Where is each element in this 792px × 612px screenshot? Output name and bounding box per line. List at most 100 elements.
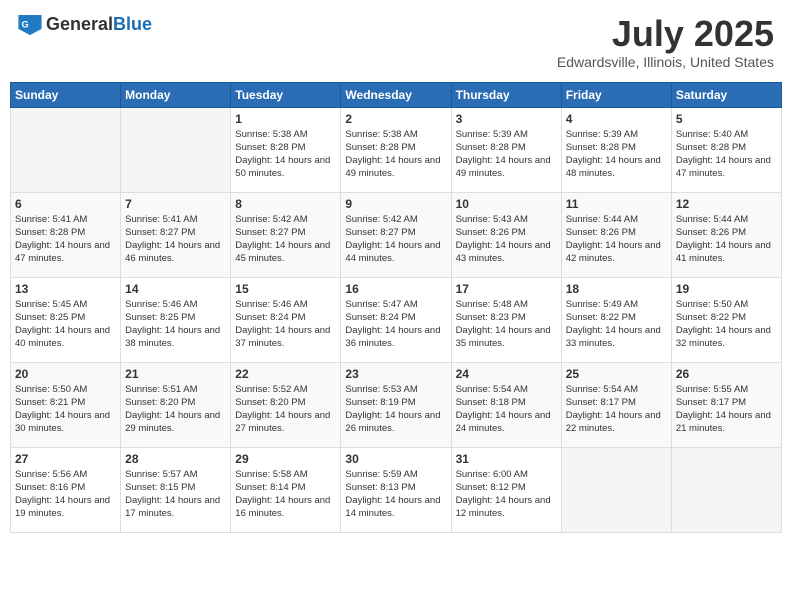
calendar-cell: 2Sunrise: 5:38 AM Sunset: 8:28 PM Daylig…	[341, 107, 451, 192]
day-sun-info: Sunrise: 5:59 AM Sunset: 8:13 PM Dayligh…	[345, 468, 446, 521]
calendar-cell: 16 Sunrise: 5:47 AM Sunset: 8:24 PM Dayli…	[341, 277, 451, 362]
calendar-cell: 26Sunrise: 5:55 AM Sunset: 8:17 PM Dayli…	[671, 362, 781, 447]
day-sun-info: Sunrise: 5:43 AM Sunset: 8:26 PM Dayligh…	[456, 213, 557, 266]
day-number: 25	[566, 367, 667, 381]
day-number: 31	[456, 452, 557, 466]
day-sun-info: Sunrise: 5:52 AM Sunset: 8:20 PM Dayligh…	[235, 383, 336, 436]
calendar-cell: 13Sunrise: 5:45 AM Sunset: 8:25 PM Dayli…	[11, 277, 121, 362]
calendar-cell: 5Sunrise: 5:40 AM Sunset: 8:28 PM Daylig…	[671, 107, 781, 192]
calendar-cell: 23 Sunrise: 5:53 AM Sunset: 8:19 PM Dayli…	[341, 362, 451, 447]
day-sun-info: Sunrise: 5:58 AM Sunset: 8:14 PM Dayligh…	[235, 468, 336, 521]
day-sun-info: Sunrise: 5:56 AM Sunset: 8:16 PM Dayligh…	[15, 468, 116, 521]
day-sun-info: Sunrise: 5:42 AM Sunset: 8:27 PM Dayligh…	[345, 213, 446, 266]
day-number: 8	[235, 197, 336, 211]
day-number: 11	[566, 197, 667, 211]
day-number: 14	[125, 282, 226, 296]
day-sun-info: Sunrise: 5:41 AM Sunset: 8:28 PM Dayligh…	[15, 213, 116, 266]
weekday-header-row: SundayMondayTuesdayWednesdayThursdayFrid…	[11, 82, 782, 107]
logo-general: General	[46, 14, 113, 34]
calendar-cell: 24 Sunrise: 5:54 AM Sunset: 8:18 PM Dayli…	[451, 362, 561, 447]
weekday-header-wednesday: Wednesday	[341, 82, 451, 107]
page-header: G GeneralBlue July 2025 Edwardsville, Il…	[10, 10, 782, 74]
day-number: 24	[456, 367, 557, 381]
day-sun-info: Sunrise: 5:46 AM Sunset: 8:24 PM Dayligh…	[235, 298, 336, 351]
day-number: 5	[676, 112, 777, 126]
day-sun-info: Sunrise: 5:38 AM Sunset: 8:28 PM Dayligh…	[345, 128, 446, 181]
location-subtitle: Edwardsville, Illinois, United States	[557, 54, 774, 70]
calendar-cell: 28 Sunrise: 5:57 AM Sunset: 8:15 PM Dayli…	[121, 447, 231, 532]
day-sun-info: Sunrise: 5:50 AM Sunset: 8:21 PM Dayligh…	[15, 383, 116, 436]
logo-blue: Blue	[113, 14, 152, 34]
day-sun-info: Sunrise: 5:39 AM Sunset: 8:28 PM Dayligh…	[566, 128, 667, 181]
calendar-cell: 19 Sunrise: 5:50 AM Sunset: 8:22 PM Dayli…	[671, 277, 781, 362]
day-sun-info: Sunrise: 5:49 AM Sunset: 8:22 PM Dayligh…	[566, 298, 667, 351]
calendar-cell: 6 Sunrise: 5:41 AM Sunset: 8:28 PM Daylig…	[11, 192, 121, 277]
day-number: 29	[235, 452, 336, 466]
day-sun-info: Sunrise: 5:55 AM Sunset: 8:17 PM Dayligh…	[676, 383, 777, 436]
day-number: 7	[125, 197, 226, 211]
day-number: 4	[566, 112, 667, 126]
day-sun-info: Sunrise: 5:46 AM Sunset: 8:25 PM Dayligh…	[125, 298, 226, 351]
day-number: 22	[235, 367, 336, 381]
day-number: 28	[125, 452, 226, 466]
calendar-cell: 9 Sunrise: 5:42 AM Sunset: 8:27 PM Daylig…	[341, 192, 451, 277]
calendar-cell: 27 Sunrise: 5:56 AM Sunset: 8:16 PM Dayli…	[11, 447, 121, 532]
calendar-cell: 30 Sunrise: 5:59 AM Sunset: 8:13 PM Dayli…	[341, 447, 451, 532]
weekday-header-tuesday: Tuesday	[231, 82, 341, 107]
day-number: 17	[456, 282, 557, 296]
day-number: 6	[15, 197, 116, 211]
week-row-5: 27 Sunrise: 5:56 AM Sunset: 8:16 PM Dayli…	[11, 447, 782, 532]
day-sun-info: Sunrise: 5:44 AM Sunset: 8:26 PM Dayligh…	[566, 213, 667, 266]
day-number: 21	[125, 367, 226, 381]
day-sun-info: Sunrise: 5:57 AM Sunset: 8:15 PM Dayligh…	[125, 468, 226, 521]
week-row-2: 6 Sunrise: 5:41 AM Sunset: 8:28 PM Daylig…	[11, 192, 782, 277]
day-sun-info: Sunrise: 6:00 AM Sunset: 8:12 PM Dayligh…	[456, 468, 557, 521]
calendar-cell: 21Sunrise: 5:51 AM Sunset: 8:20 PM Dayli…	[121, 362, 231, 447]
day-number: 12	[676, 197, 777, 211]
day-sun-info: Sunrise: 5:50 AM Sunset: 8:22 PM Dayligh…	[676, 298, 777, 351]
day-number: 10	[456, 197, 557, 211]
calendar-cell: 20 Sunrise: 5:50 AM Sunset: 8:21 PM Dayli…	[11, 362, 121, 447]
calendar-cell: 14 Sunrise: 5:46 AM Sunset: 8:25 PM Dayli…	[121, 277, 231, 362]
weekday-header-monday: Monday	[121, 82, 231, 107]
day-number: 9	[345, 197, 446, 211]
week-row-3: 13Sunrise: 5:45 AM Sunset: 8:25 PM Dayli…	[11, 277, 782, 362]
calendar-cell: 8Sunrise: 5:42 AM Sunset: 8:27 PM Daylig…	[231, 192, 341, 277]
svg-text:G: G	[22, 19, 29, 29]
day-number: 13	[15, 282, 116, 296]
calendar-cell: 18 Sunrise: 5:49 AM Sunset: 8:22 PM Dayli…	[561, 277, 671, 362]
calendar-cell	[11, 107, 121, 192]
calendar-cell: 3Sunrise: 5:39 AM Sunset: 8:28 PM Daylig…	[451, 107, 561, 192]
day-number: 18	[566, 282, 667, 296]
calendar-cell: 17Sunrise: 5:48 AM Sunset: 8:23 PM Dayli…	[451, 277, 561, 362]
day-sun-info: Sunrise: 5:54 AM Sunset: 8:17 PM Dayligh…	[566, 383, 667, 436]
day-sun-info: Sunrise: 5:53 AM Sunset: 8:19 PM Dayligh…	[345, 383, 446, 436]
title-block: July 2025 Edwardsville, Illinois, United…	[557, 14, 774, 70]
calendar-cell: 12Sunrise: 5:44 AM Sunset: 8:26 PM Dayli…	[671, 192, 781, 277]
day-sun-info: Sunrise: 5:47 AM Sunset: 8:24 PM Dayligh…	[345, 298, 446, 351]
calendar-table: SundayMondayTuesdayWednesdayThursdayFrid…	[10, 82, 782, 533]
logo: G GeneralBlue	[18, 14, 152, 35]
weekday-header-saturday: Saturday	[671, 82, 781, 107]
day-number: 15	[235, 282, 336, 296]
calendar-cell: 7Sunrise: 5:41 AM Sunset: 8:27 PM Daylig…	[121, 192, 231, 277]
week-row-1: 1 Sunrise: 5:38 AM Sunset: 8:28 PM Daylig…	[11, 107, 782, 192]
calendar-cell: 1 Sunrise: 5:38 AM Sunset: 8:28 PM Daylig…	[231, 107, 341, 192]
calendar-cell: 4 Sunrise: 5:39 AM Sunset: 8:28 PM Daylig…	[561, 107, 671, 192]
calendar-cell	[671, 447, 781, 532]
weekday-header-friday: Friday	[561, 82, 671, 107]
day-number: 20	[15, 367, 116, 381]
day-number: 27	[15, 452, 116, 466]
calendar-cell	[561, 447, 671, 532]
day-number: 19	[676, 282, 777, 296]
calendar-cell: 15 Sunrise: 5:46 AM Sunset: 8:24 PM Dayli…	[231, 277, 341, 362]
weekday-header-thursday: Thursday	[451, 82, 561, 107]
day-number: 1	[235, 112, 336, 126]
day-number: 23	[345, 367, 446, 381]
calendar-cell: 22 Sunrise: 5:52 AM Sunset: 8:20 PM Dayli…	[231, 362, 341, 447]
day-sun-info: Sunrise: 5:54 AM Sunset: 8:18 PM Dayligh…	[456, 383, 557, 436]
day-number: 16	[345, 282, 446, 296]
day-number: 30	[345, 452, 446, 466]
day-sun-info: Sunrise: 5:38 AM Sunset: 8:28 PM Dayligh…	[235, 128, 336, 181]
calendar-cell	[121, 107, 231, 192]
